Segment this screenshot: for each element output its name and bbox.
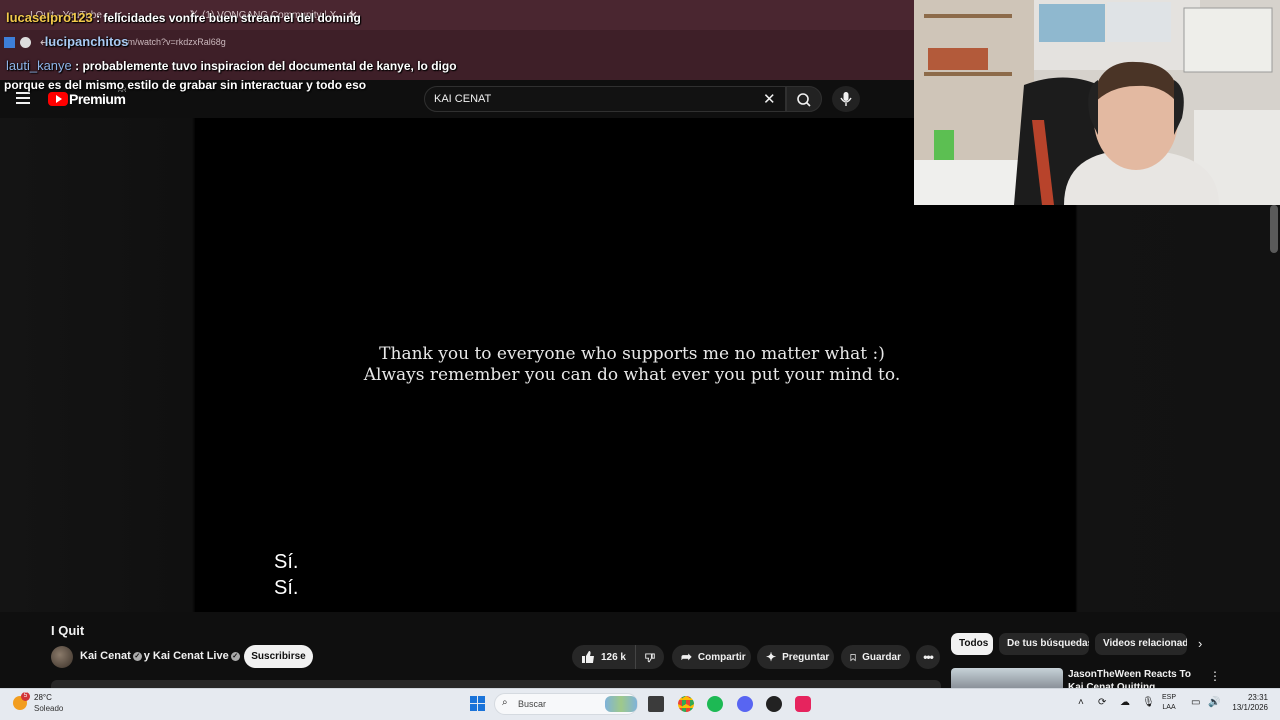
subtitle-line: Sí. [274, 551, 299, 573]
chip-from-searches[interactable]: De tus búsquedas [999, 633, 1089, 655]
like-count: 126 k [600, 651, 626, 663]
volume-icon[interactable]: 🔊 [1208, 697, 1220, 708]
file-explorer-icon[interactable] [648, 696, 664, 712]
like-button[interactable]: 126 k [572, 645, 635, 669]
chat-text: : felicidades vonfre buen stream el del … [96, 11, 361, 25]
search-input[interactable]: KAI CENAT [434, 93, 491, 105]
chevron-up-icon[interactable]: ˄ [1078, 697, 1084, 708]
notification-badge: 5 [21, 692, 30, 701]
chat-message: porque es del mismo estilo de grabar sin… [4, 78, 366, 92]
share-icon: ➦ [681, 649, 692, 664]
subscribe-button[interactable]: Suscribirse [244, 645, 313, 668]
video-frame-text: Thank you to everyone who supports me no… [195, 344, 1069, 386]
avatar[interactable] [51, 646, 73, 668]
chevron-right-icon[interactable]: › [1198, 636, 1202, 651]
system-clock[interactable]: 23:31 13/1/2026 [1226, 693, 1268, 713]
lang-layout: LAA [1162, 704, 1176, 711]
weather-desc[interactable]: Soleado [34, 704, 63, 713]
sync-icon[interactable]: ⟳ [1098, 697, 1106, 708]
search-icon [797, 93, 811, 107]
app-icon[interactable] [766, 696, 782, 712]
channel-join[interactable]: y Kai Cenat Live [144, 650, 229, 662]
search-button[interactable] [786, 86, 822, 112]
mic-icon[interactable]: 🎙 [1142, 697, 1155, 708]
recommendation-thumbnail[interactable] [951, 668, 1063, 688]
recommendation-title[interactable]: JasonTheWeen Reacts To Kai Cenat Quittin… [1068, 668, 1198, 688]
webcam-image [914, 0, 1280, 205]
more-actions-button[interactable]: ••• [916, 645, 940, 669]
ask-button[interactable]: ✦ Preguntar [757, 645, 834, 669]
chat-username: lauti_kanye [6, 58, 72, 73]
youtube-logo-icon[interactable] [48, 92, 68, 106]
subtitle-line: Sí. [274, 577, 299, 599]
chat-text: : probablemente tuvo inspiracion del doc… [75, 59, 457, 73]
page-scrollbar[interactable] [1270, 205, 1278, 253]
close-icon[interactable]: ✕ [763, 90, 776, 108]
spotify-icon[interactable] [707, 696, 723, 712]
chip-todos[interactable]: Todos [951, 633, 993, 655]
voice-search-button[interactable] [832, 86, 860, 112]
weather-temp[interactable]: 28°C [34, 693, 52, 702]
search-highlight-image [605, 696, 637, 712]
like-icon [581, 651, 594, 663]
sparkle-icon: ✦ [766, 650, 777, 664]
chrome-icon[interactable] [678, 696, 694, 712]
chat-message: lucipanchitos [4, 34, 128, 49]
verified-icon: ✓ [132, 651, 142, 661]
cloud-icon[interactable]: ☁ [1120, 697, 1130, 708]
video-title: I Quit [51, 623, 85, 638]
chip-related[interactable]: Videos relacionados [1095, 633, 1187, 655]
chat-username: lucipanchitos [44, 34, 129, 49]
verified-icon: ✓ [230, 651, 240, 661]
display-icon[interactable]: ▭ [1191, 697, 1200, 708]
chat-message: lucaselpro123 : felicidades vonfre buen … [6, 10, 361, 25]
description-box[interactable] [51, 680, 941, 688]
more-icon: ••• [923, 650, 934, 664]
share-button[interactable]: ➦ Compartir [672, 645, 751, 669]
windows-taskbar [0, 688, 1280, 720]
url-field[interactable]: com/watch?v=rkdzxRal68g [118, 37, 226, 47]
bookmark-icon [850, 653, 856, 661]
youtube-premium-label[interactable]: Premium [69, 91, 126, 107]
tiktok-icon[interactable] [795, 696, 811, 712]
badge-icon [4, 37, 15, 49]
chat-username: lucaselpro123 [6, 10, 93, 25]
chat-text: porque es del mismo estilo de grabar sin… [4, 78, 367, 92]
dislike-button[interactable] [635, 645, 664, 669]
windows-start-icon[interactable] [470, 696, 485, 711]
save-label: Guardar [862, 651, 901, 663]
video-text-line: Thank you to everyone who supports me no… [379, 344, 885, 364]
discord-icon[interactable] [737, 696, 753, 712]
channel-name[interactable]: Kai Cenat [80, 650, 131, 662]
badge-icon [20, 37, 32, 49]
clock-date: 13/1/2026 [1232, 703, 1268, 712]
mic-icon [840, 92, 852, 106]
taskbar-search-placeholder: Buscar [518, 699, 547, 709]
screen: I Quit - YouTube ✕ 𝕏 (1) VONGANG Communi… [0, 0, 1280, 720]
share-label: Compartir [697, 651, 746, 663]
search-icon: ⌕ [502, 697, 508, 708]
webcam-overlay [914, 0, 1280, 205]
channel-names[interactable]: Kai Cenat ✓ y Kai Cenat Live ✓ [80, 650, 242, 662]
save-button[interactable]: Guardar [841, 645, 910, 669]
language-indicator[interactable]: ESP LAA [1162, 693, 1176, 713]
lang-code: ESP [1162, 694, 1177, 701]
dislike-icon [645, 652, 655, 662]
menu-icon[interactable] [16, 92, 30, 104]
video-text-line: Always remember you can do what ever you… [363, 365, 901, 385]
chat-message: lauti_kanye : probablemente tuvo inspira… [6, 58, 457, 73]
clock-time: 23:31 [1247, 693, 1268, 702]
ask-label: Preguntar [782, 651, 830, 663]
more-vert-icon[interactable]: ⋮ [1209, 669, 1221, 683]
